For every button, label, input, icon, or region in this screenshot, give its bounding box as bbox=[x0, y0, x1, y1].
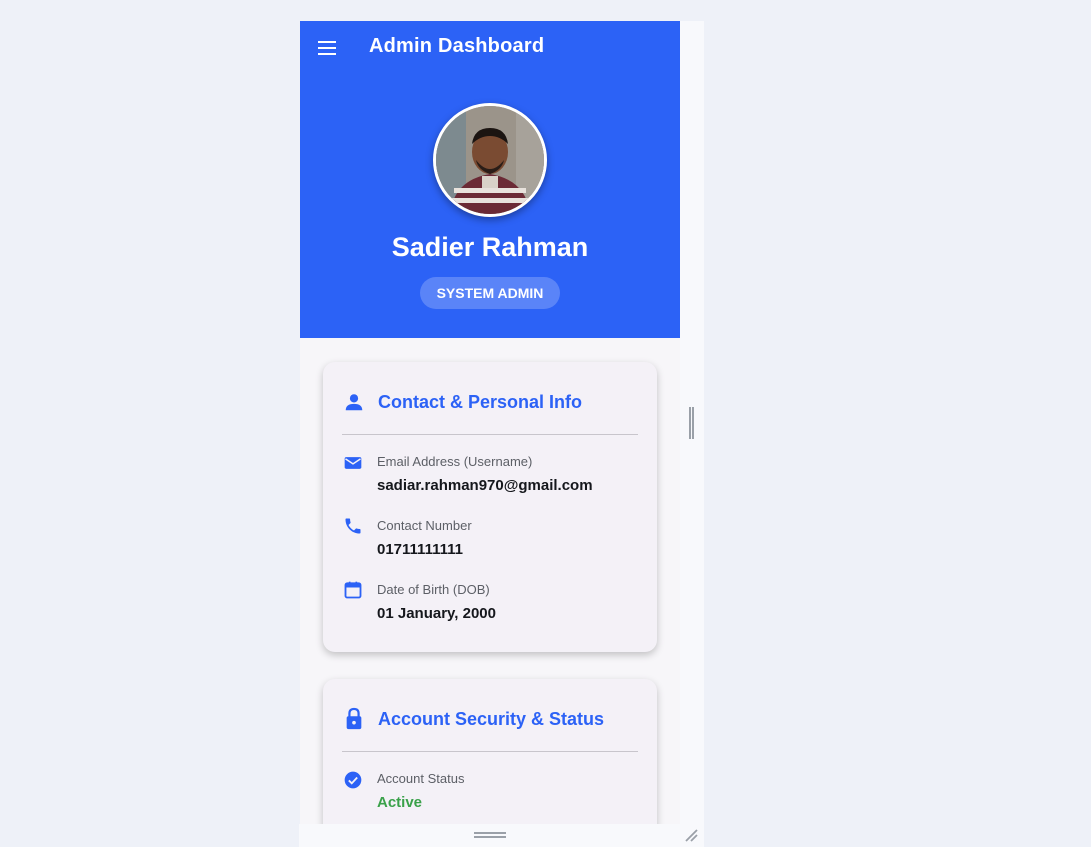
phone-icon bbox=[343, 516, 363, 536]
resize-handle-right[interactable] bbox=[689, 407, 694, 439]
security-card-title: Account Security & Status bbox=[378, 709, 605, 729]
profile-header: Admin Dashboard Sadier Rahman SYSTEM ADM… bbox=[300, 21, 680, 338]
contact-info-card: Contact & Personal Info Email Address (U… bbox=[323, 362, 657, 652]
calendar-icon bbox=[343, 580, 363, 600]
account-status-value: Active bbox=[377, 794, 423, 811]
divider bbox=[342, 434, 638, 435]
resize-handle-bottom[interactable] bbox=[474, 832, 506, 838]
check-circle-icon bbox=[343, 770, 363, 790]
divider bbox=[342, 751, 638, 752]
app-title: Admin Dashboard bbox=[369, 35, 545, 57]
mail-icon bbox=[343, 453, 363, 473]
contact-card-title: Contact & Personal Info bbox=[378, 392, 583, 412]
account-status-label: Account Status bbox=[377, 771, 465, 786]
phone-value: 01711111111 bbox=[377, 541, 463, 558]
dob-label: Date of Birth (DOB) bbox=[377, 582, 490, 597]
account-security-card: Account Security & Status Account Status… bbox=[323, 679, 657, 824]
person-icon bbox=[343, 391, 365, 413]
mobile-app-frame: Admin Dashboard Sadier Rahman SYSTEM ADM… bbox=[300, 21, 680, 824]
avatar bbox=[433, 103, 547, 217]
dob-value: 01 January, 2000 bbox=[377, 605, 496, 622]
email-label: Email Address (Username) bbox=[377, 454, 533, 469]
resize-corner-icon[interactable] bbox=[684, 828, 698, 842]
phone-label: Contact Number bbox=[377, 518, 472, 533]
email-value: sadiar.rahman970@gmail.com bbox=[377, 477, 593, 494]
lock-icon bbox=[343, 707, 365, 730]
role-badge: SYSTEM ADMIN bbox=[420, 277, 560, 309]
menu-icon[interactable] bbox=[318, 41, 336, 55]
profile-name: Sadier Rahman bbox=[391, 232, 589, 262]
